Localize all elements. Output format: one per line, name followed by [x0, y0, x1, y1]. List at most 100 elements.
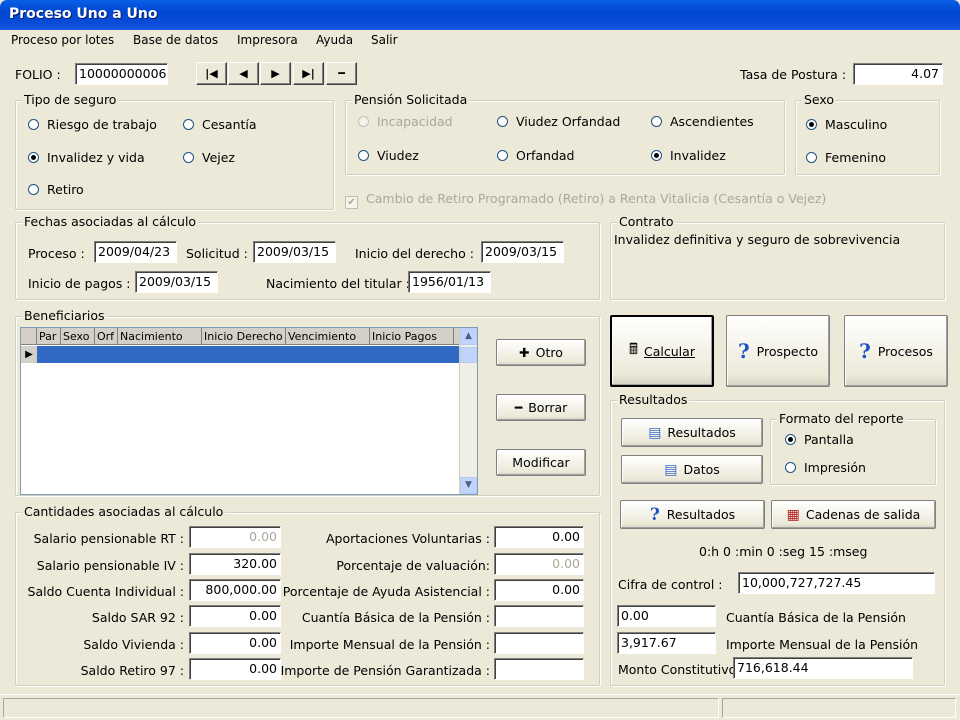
- minus-icon: ━: [514, 400, 523, 415]
- radio-circle-selected: [28, 152, 39, 163]
- radio-circle: [28, 184, 39, 195]
- cadenas-salida-button[interactable]: ▦ Cadenas de salida: [771, 500, 936, 529]
- col-divider: [94, 328, 95, 345]
- scroll-thumb[interactable]: [460, 347, 477, 363]
- resultados-help-button[interactable]: ? Resultados: [620, 500, 765, 529]
- folio-input[interactable]: 10000000006: [75, 63, 168, 85]
- radio-pantalla[interactable]: Pantalla: [785, 432, 854, 447]
- col-divider: [369, 328, 370, 345]
- scroll-up-icon[interactable]: ▲: [460, 328, 477, 345]
- col-inicio-derecho: Inicio Derecho: [204, 330, 283, 343]
- menu-bar: Proceso por lotes Base de datos Impresor…: [0, 30, 960, 50]
- cuantia-basica-label: Cuantía Básica de la Pensión :: [301, 610, 490, 625]
- cifra-control-input[interactable]: 10,000,727,727.45: [738, 572, 935, 594]
- first-record-button[interactable]: |◀: [196, 62, 227, 85]
- prev-record-button[interactable]: ◀: [228, 62, 259, 85]
- col-divider: [201, 328, 202, 345]
- radio-circle-selected: [651, 150, 662, 161]
- calcular-button[interactable]: 🖩 Calcular: [610, 315, 714, 387]
- radio-circle: [28, 119, 39, 130]
- last-icon: ▶|: [302, 67, 315, 80]
- datos-button[interactable]: ▤ Datos: [621, 455, 763, 484]
- salario-rt-input: 0.00: [189, 526, 281, 548]
- inicio-pagos-label: Inicio de pagos :: [28, 276, 131, 291]
- salario-iv-input[interactable]: 320.00: [189, 553, 281, 575]
- otro-button[interactable]: ✚ Otro: [496, 339, 586, 366]
- nacimiento-label: Nacimiento del titular :: [266, 276, 410, 291]
- last-record-button[interactable]: ▶|: [293, 62, 324, 85]
- menu-impresora[interactable]: Impresora: [237, 33, 298, 47]
- col-divider: [117, 328, 118, 345]
- inicio-derecho-date-input[interactable]: 2009/03/15: [481, 241, 564, 263]
- next-record-button[interactable]: ▶: [260, 62, 291, 85]
- resultado-cuantia-input[interactable]: 0.00: [617, 605, 716, 627]
- resultados-report-button[interactable]: ▤ Resultados: [621, 418, 763, 447]
- radio-ascendientes[interactable]: Ascendientes: [651, 114, 754, 129]
- radio-femenino[interactable]: Femenino: [806, 150, 886, 165]
- table-row[interactable]: ▶: [21, 346, 459, 363]
- radio-viudez-orfandad[interactable]: Viudez Orfandad: [497, 114, 620, 129]
- radio-viudez[interactable]: Viudez: [358, 148, 419, 163]
- proceso-date-input[interactable]: 2009/04/23: [94, 241, 177, 263]
- solicitud-date-input[interactable]: 2009/03/15: [253, 241, 336, 263]
- saldo-retiro-label: Saldo Retiro 97 :: [80, 663, 184, 678]
- radio-invalidez-vida[interactable]: Invalidez y vida: [28, 150, 145, 165]
- salario-rt-label: Salario pensionable RT :: [33, 531, 184, 546]
- saldo-sar-input[interactable]: 0.00: [189, 605, 281, 627]
- borrar-button[interactable]: ━ Borrar: [496, 394, 586, 421]
- procesos-label: Procesos: [877, 343, 933, 359]
- otro-label: Otro: [535, 345, 563, 360]
- radio-label: Vejez: [202, 150, 235, 165]
- salario-iv-label: Salario pensionable IV :: [36, 558, 184, 573]
- menu-ayuda[interactable]: Ayuda: [316, 33, 353, 47]
- radio-incapacidad: Incapacidad: [358, 114, 453, 129]
- radio-circle: [183, 119, 194, 130]
- importe-mensual-input[interactable]: [494, 632, 584, 654]
- saldo-cuenta-input[interactable]: 800,000.00: [189, 579, 281, 601]
- radio-invalidez[interactable]: Invalidez: [651, 148, 726, 163]
- resultado-importe-input[interactable]: 3,917.67: [617, 632, 716, 654]
- radio-riesgo-trabajo[interactable]: Riesgo de trabajo: [28, 117, 157, 132]
- beneficiarios-title: Beneficiarios: [22, 308, 107, 323]
- saldo-retiro-input[interactable]: 0.00: [189, 658, 281, 680]
- radio-circle: [183, 152, 194, 163]
- saldo-vivienda-input[interactable]: 0.00: [189, 632, 281, 654]
- radio-label: Invalidez: [670, 148, 726, 163]
- menu-base-de-datos[interactable]: Base de datos: [133, 33, 218, 47]
- pension-garantizada-input[interactable]: [494, 658, 584, 680]
- status-panel: [3, 698, 719, 718]
- beneficiarios-grid[interactable]: Par Sexo Orf Nacimiento Inicio Derecho V…: [20, 327, 478, 495]
- radio-vejez[interactable]: Vejez: [183, 150, 235, 165]
- resultado-importe-label: Importe Mensual de la Pensión: [726, 637, 919, 652]
- checkbox-checked-icon: ✔: [345, 196, 358, 209]
- contrato-text: Invalidez definitiva y seguro de sobrevi…: [614, 232, 901, 247]
- grid-corner: [21, 328, 37, 345]
- procesos-button[interactable]: ? Procesos: [844, 315, 948, 387]
- radio-orfandad[interactable]: Orfandad: [497, 148, 575, 163]
- radio-impresion[interactable]: Impresión: [785, 460, 866, 475]
- tasa-input[interactable]: 4.07: [853, 63, 943, 85]
- prospecto-button[interactable]: ? Prospecto: [726, 315, 830, 387]
- porcentaje-valuacion-label: Porcentaje de valuación:: [336, 558, 490, 573]
- nacimiento-date-input[interactable]: 1956/01/13: [408, 271, 491, 293]
- delete-record-button[interactable]: ━: [326, 62, 357, 85]
- saldo-vivienda-label: Saldo Vivienda :: [83, 637, 184, 652]
- ayuda-asistencial-input[interactable]: 0.00: [494, 579, 584, 601]
- cuantia-basica-input[interactable]: [494, 605, 584, 627]
- radio-retiro[interactable]: Retiro: [28, 182, 84, 197]
- radio-circle: [497, 116, 508, 127]
- help-icon: ?: [859, 339, 871, 363]
- grid-scrollbar[interactable]: ▲ ▼: [459, 328, 477, 494]
- inicio-pagos-date-input[interactable]: 2009/03/15: [135, 271, 218, 293]
- minus-icon: ━: [338, 67, 345, 80]
- radio-masculino[interactable]: Masculino: [806, 117, 887, 132]
- aportaciones-input[interactable]: 0.00: [494, 526, 584, 548]
- importe-mensual-label: Importe Mensual de la Pensión :: [289, 637, 490, 652]
- monto-constitutivo-input[interactable]: 716,618.44: [733, 657, 913, 679]
- scroll-down-icon[interactable]: ▼: [460, 477, 477, 494]
- menu-proceso-por-lotes[interactable]: Proceso por lotes: [11, 33, 114, 47]
- modificar-button[interactable]: Modificar: [496, 449, 586, 476]
- checkbox-label: Cambio de Retiro Programado (Retiro) a R…: [366, 191, 827, 206]
- radio-cesantia[interactable]: Cesantía: [183, 117, 257, 132]
- menu-salir[interactable]: Salir: [371, 33, 398, 47]
